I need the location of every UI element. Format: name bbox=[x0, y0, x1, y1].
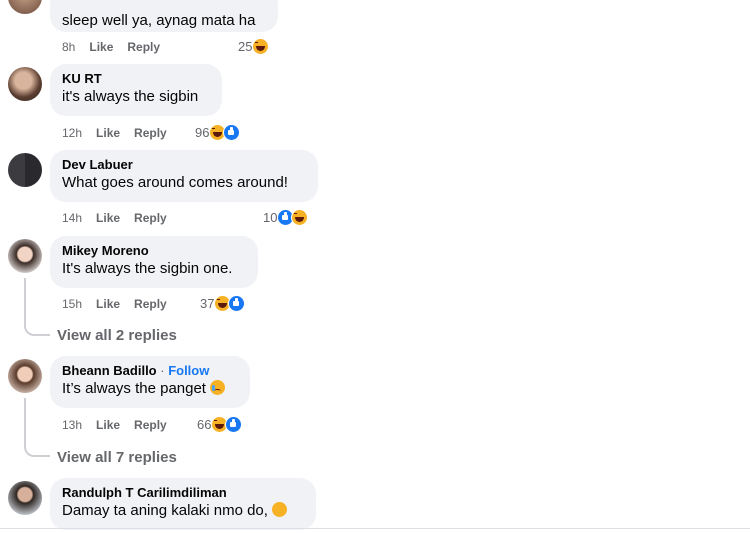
comment-text-content: Damay ta aning kalaki nmo do, bbox=[62, 502, 268, 519]
comment-actions: 14h Like Reply bbox=[62, 211, 181, 225]
comment-text: it's always the sigbin bbox=[62, 88, 199, 105]
reaction-summary[interactable]: 96 bbox=[195, 124, 241, 141]
comment-bubble: Bheann Badillo · Follow It’s always the … bbox=[50, 356, 250, 408]
reaction-summary[interactable]: 25 bbox=[238, 38, 270, 55]
crying-face-icon bbox=[209, 380, 225, 395]
divider bbox=[0, 528, 750, 529]
avatar[interactable] bbox=[8, 0, 42, 14]
reaction-summary[interactable]: 37 bbox=[200, 295, 246, 312]
comment-text-content: It’s always the panget bbox=[62, 380, 206, 397]
reaction-summary[interactable]: 66 bbox=[197, 416, 243, 433]
comment-text: It’s always the panget bbox=[62, 379, 238, 399]
like-button[interactable]: Like bbox=[96, 418, 120, 432]
haha-reaction-icon bbox=[291, 209, 309, 226]
comment-actions: 15h Like Reply bbox=[62, 297, 181, 311]
view-replies-link[interactable]: View all 7 replies bbox=[57, 449, 177, 466]
commenter-name[interactable]: KU RT bbox=[62, 70, 210, 87]
comment-time[interactable]: 15h bbox=[62, 297, 82, 311]
reply-button[interactable]: Reply bbox=[134, 297, 167, 311]
reaction-summary[interactable]: 10 bbox=[263, 209, 309, 226]
like-reaction-icon bbox=[228, 295, 246, 312]
like-button[interactable]: Like bbox=[96, 126, 120, 140]
separator-dot: · bbox=[156, 363, 169, 378]
comment-actions: 13h Like Reply bbox=[62, 418, 181, 432]
avatar[interactable] bbox=[8, 153, 42, 187]
like-button[interactable]: Like bbox=[96, 297, 120, 311]
comment-time[interactable]: 14h bbox=[62, 211, 82, 225]
reply-button[interactable]: Reply bbox=[134, 126, 167, 140]
reply-button[interactable]: Reply bbox=[127, 40, 160, 54]
avatar[interactable] bbox=[8, 67, 42, 101]
reaction-count: 37 bbox=[200, 296, 215, 311]
comment-text: It's always the sigbin one. bbox=[62, 260, 233, 277]
comment-actions: 8h Like Reply bbox=[62, 40, 174, 54]
follow-link[interactable]: Follow bbox=[168, 363, 209, 378]
reaction-count: 10 bbox=[263, 210, 278, 225]
commenter-name-text[interactable]: Bheann Badillo bbox=[62, 363, 157, 378]
like-reaction-icon bbox=[225, 416, 243, 433]
like-button[interactable]: Like bbox=[89, 40, 113, 54]
like-button[interactable]: Like bbox=[96, 211, 120, 225]
reply-button[interactable]: Reply bbox=[134, 418, 167, 432]
comment-text: Damay ta aning kalaki nmo do, bbox=[62, 501, 304, 521]
view-replies-link[interactable]: View all 2 replies bbox=[57, 327, 177, 344]
comment-time[interactable]: 13h bbox=[62, 418, 82, 432]
like-reaction-icon bbox=[223, 124, 241, 141]
comment-bubble: Dev Labuer What goes around comes around… bbox=[50, 150, 318, 202]
commenter-name[interactable]: Dev Labuer bbox=[62, 156, 306, 173]
comment-bubble: Mikey Moreno It's always the sigbin one. bbox=[50, 236, 258, 288]
reaction-count: 66 bbox=[197, 417, 212, 432]
commenter-name[interactable]: Randulph T Carilimdiliman bbox=[62, 484, 304, 501]
sad-face-icon bbox=[271, 502, 287, 517]
reaction-count: 25 bbox=[238, 39, 253, 54]
comment-text: What goes around comes around! bbox=[62, 174, 288, 191]
comment-time[interactable]: 12h bbox=[62, 126, 82, 140]
reply-thread-line bbox=[24, 398, 50, 457]
comment-bubble: sleep well ya, aynag mata ha bbox=[50, 0, 278, 32]
reply-button[interactable]: Reply bbox=[134, 211, 167, 225]
commenter-name: Bheann Badillo · Follow bbox=[62, 362, 238, 379]
reply-thread-line bbox=[24, 278, 50, 336]
avatar[interactable] bbox=[8, 359, 42, 393]
comment-bubble: KU RT it's always the sigbin bbox=[50, 64, 222, 116]
comment-actions: 12h Like Reply bbox=[62, 126, 181, 140]
commenter-name[interactable]: Mikey Moreno bbox=[62, 242, 246, 259]
avatar[interactable] bbox=[8, 481, 42, 515]
comment-text: sleep well ya, aynag mata ha bbox=[62, 12, 256, 29]
avatar[interactable] bbox=[8, 239, 42, 273]
comment-time[interactable]: 8h bbox=[62, 40, 75, 54]
comment-bubble: Randulph T Carilimdiliman Damay ta aning… bbox=[50, 478, 316, 530]
haha-reaction-icon bbox=[252, 38, 270, 55]
reaction-count: 96 bbox=[195, 125, 210, 140]
